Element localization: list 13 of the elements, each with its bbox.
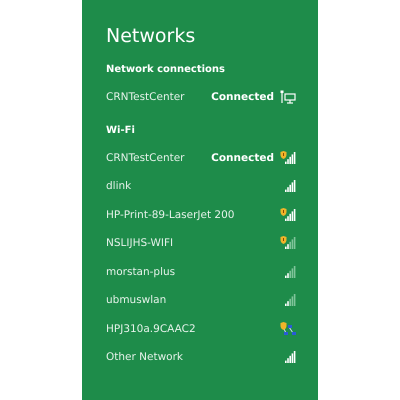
section-heading: Wi-Fi: [106, 124, 136, 138]
network-item[interactable]: ubmuswlan: [106, 286, 296, 314]
network-item[interactable]: CRNTestCenter Connected: [106, 83, 296, 112]
network-item[interactable]: CRNTestCenter Connected: [106, 144, 296, 172]
network-item[interactable]: NSLIJHS-WIFI: [106, 229, 296, 258]
panel-title: Networks: [106, 24, 196, 48]
network-item[interactable]: HPJ310a.9CAAC2: [106, 314, 296, 343]
network-item[interactable]: Other Network: [106, 343, 296, 372]
network-item[interactable]: HP-Print-89-LaserJet 200: [106, 200, 296, 229]
wired-network-icon: [280, 90, 296, 104]
network-item[interactable]: morstan-plus: [106, 258, 296, 286]
network-item[interactable]: dlink: [106, 172, 296, 200]
section-heading: Network connections: [106, 63, 226, 77]
